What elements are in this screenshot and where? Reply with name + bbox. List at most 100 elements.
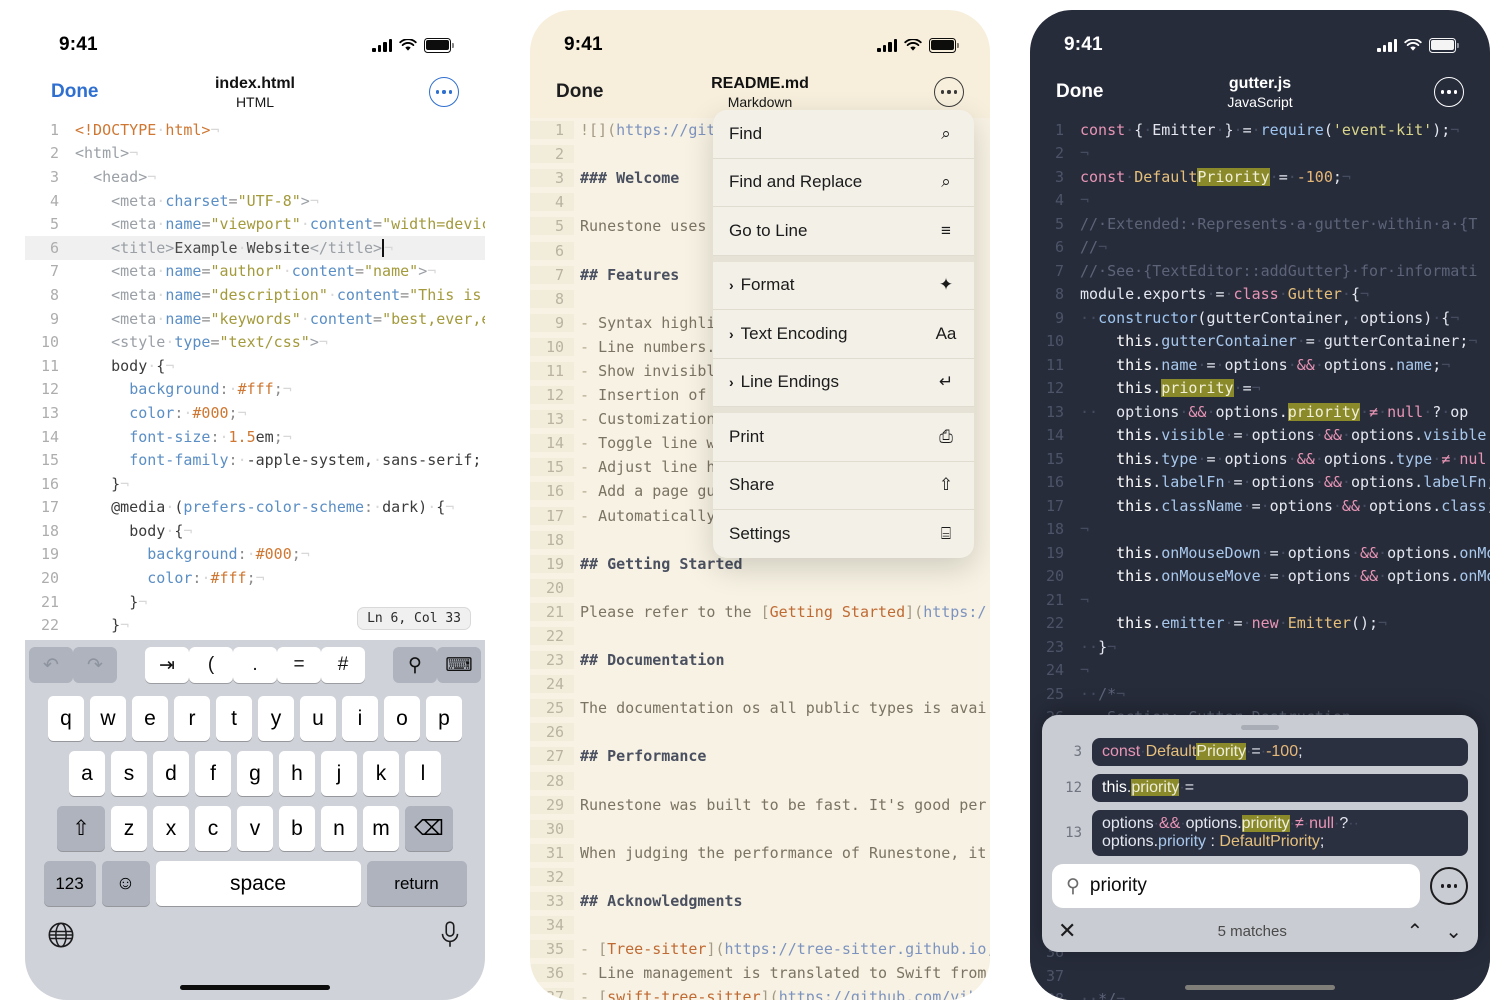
key-q[interactable]: q — [48, 696, 84, 741]
search-icon[interactable]: ⚲ — [393, 647, 437, 683]
return-key[interactable]: return — [366, 861, 467, 906]
code-text: ## Acknowledgments — [580, 892, 743, 911]
key-m[interactable]: m — [363, 806, 399, 851]
key-i[interactable]: i — [342, 696, 378, 741]
menu-item-label: Share — [729, 475, 775, 495]
line-number: 22 — [1045, 614, 1064, 633]
microphone-icon[interactable] — [437, 920, 463, 950]
menu-item-go-to-line[interactable]: Go to Line ≡ — [713, 207, 974, 256]
close-x-icon[interactable]: ✕ — [1058, 918, 1098, 944]
undo-icon[interactable]: ↶ — [29, 647, 73, 683]
key-k[interactable]: k — [363, 751, 399, 796]
key-w[interactable]: w — [90, 696, 126, 741]
drag-handle[interactable] — [1241, 725, 1279, 730]
key-g[interactable]: g — [237, 751, 273, 796]
code-text: body·{¬ — [129, 521, 193, 540]
context-menu[interactable]: Find ⌕ Find and Replace ⌕ Go to Line ≡ › Format… — [713, 110, 974, 558]
menu-item-format[interactable]: › Format ✦ — [713, 262, 974, 310]
menu-item-find[interactable]: Find ⌕ — [713, 110, 974, 159]
code-line: 9 <meta·name="keywords"·content="best,ev… — [25, 307, 485, 331]
menu-item-find-and-replace[interactable]: Find and Replace ⌕ — [713, 159, 974, 207]
key-y[interactable]: y — [258, 696, 294, 741]
search-input[interactable]: ⚲ priority — [1052, 864, 1420, 908]
line-number: 15 — [530, 458, 574, 477]
more-ellipsis-icon[interactable] — [934, 77, 964, 107]
key-x[interactable]: x — [153, 806, 189, 851]
search-result-row[interactable]: 3 const·DefaultPriority·=·-100; — [1052, 738, 1468, 766]
key-z[interactable]: z — [111, 806, 147, 851]
done-button[interactable]: Done — [51, 81, 99, 103]
key-n[interactable]: n — [321, 806, 357, 851]
key-e[interactable]: e — [132, 696, 168, 741]
menu-item-print[interactable]: Print ⎙ — [713, 413, 974, 462]
key-l[interactable]: l — [405, 751, 441, 796]
line-number: 14 — [530, 434, 574, 453]
search-options-icon[interactable] — [1430, 867, 1468, 905]
return-arrow-icon: ↵ — [938, 372, 954, 392]
period-key[interactable]: . — [233, 647, 277, 683]
redo-icon[interactable]: ↷ — [73, 647, 117, 683]
key-u[interactable]: u — [300, 696, 336, 741]
code-text: this.className·=·options·&&·options.clas… — [1116, 496, 1490, 515]
emoji-icon[interactable]: ☺ — [101, 861, 150, 906]
keyboard-row-4[interactable]: 123 ☺ space return — [25, 861, 485, 906]
equals-key[interactable]: = — [277, 647, 321, 683]
software-keyboard[interactable]: ↶ ↷ ⇥ ( . = # ⚲ ⌨ qwertyuiop asdfghjkl ⇧… — [25, 640, 485, 1000]
menu-item-label: Settings — [729, 523, 791, 543]
more-ellipsis-icon[interactable] — [1434, 77, 1464, 107]
space-key[interactable]: space — [155, 861, 361, 906]
code-editor[interactable]: Ln 6, Col 33 1 <!DOCTYPE·html>¬ 2 <html>¬ 3 … — [25, 118, 485, 638]
key-j[interactable]: j — [321, 751, 357, 796]
search-footer[interactable]: ✕ 5 matches ⌃ ⌄ — [1052, 918, 1468, 944]
keyboard-bottom-row[interactable] — [25, 906, 485, 950]
numeric-key[interactable]: 123 — [43, 861, 96, 906]
line-number: 18 — [530, 530, 574, 549]
menu-item-line-endings[interactable]: › Line Endings ↵ — [713, 359, 974, 407]
keyboard-row-3[interactable]: ⇧ zxcvbnm ⌫ — [25, 806, 485, 851]
line-number: 28 — [530, 771, 574, 790]
key-p[interactable]: p — [426, 696, 462, 741]
key-f[interactable]: f — [195, 751, 231, 796]
key-a[interactable]: a — [69, 751, 105, 796]
chevron-up-icon[interactable]: ⌃ — [1406, 919, 1423, 944]
paren-key[interactable]: ( — [189, 647, 233, 683]
key-s[interactable]: s — [111, 751, 147, 796]
key-d[interactable]: d — [153, 751, 189, 796]
shift-icon[interactable]: ⇧ — [57, 806, 105, 851]
backspace-icon[interactable]: ⌫ — [405, 806, 453, 851]
code-text: - Show invisible — [580, 361, 725, 380]
menu-item-share[interactable]: Share ⇧ — [713, 462, 974, 510]
keyboard-row-1[interactable]: qwertyuiop — [25, 696, 485, 741]
key-c[interactable]: c — [195, 806, 231, 851]
code-line: 24 ¬ — [1030, 659, 1490, 683]
key-h[interactable]: h — [279, 751, 315, 796]
hash-key[interactable]: # — [321, 647, 365, 683]
home-indicator — [180, 985, 330, 990]
key-o[interactable]: o — [384, 696, 420, 741]
key-v[interactable]: v — [237, 806, 273, 851]
code-text: font-family:·-apple-system,·sans-serif; — [129, 451, 482, 470]
code-line: 5 //·Extended:·Represents·a·gutter·within… — [1030, 212, 1490, 236]
key-t[interactable]: t — [216, 696, 252, 741]
line-number: 11 — [40, 356, 59, 375]
globe-icon[interactable] — [47, 921, 75, 949]
done-button[interactable]: Done — [556, 81, 604, 103]
search-results-list[interactable]: 3 const·DefaultPriority·=·-100; 12 this.pri… — [1052, 738, 1468, 856]
menu-item-settings[interactable]: Settings ⌸ — [713, 510, 974, 558]
chevron-down-icon[interactable]: ⌄ — [1445, 919, 1462, 944]
match-navigation[interactable]: ⌃ ⌄ — [1406, 919, 1462, 944]
more-ellipsis-icon[interactable] — [429, 77, 459, 107]
key-b[interactable]: b — [279, 806, 315, 851]
code-line: 6 <title>Example·Website</title> ¬ — [25, 235, 485, 260]
keyboard-accessory-row[interactable]: ↶ ↷ ⇥ ( . = # ⚲ ⌨ — [25, 644, 485, 686]
tab-icon[interactable]: ⇥ — [145, 647, 189, 683]
find-panel[interactable]: 3 const·DefaultPriority·=·-100; 12 this.pri… — [1042, 715, 1478, 952]
hide-keyboard-icon[interactable]: ⌨ — [437, 647, 481, 683]
search-result-row[interactable]: 12 this.priority·= — [1052, 774, 1468, 802]
menu-item-text-encoding[interactable]: › Text Encoding Aa — [713, 310, 974, 359]
keyboard-row-2[interactable]: asdfghjkl — [25, 751, 485, 796]
done-button[interactable]: Done — [1056, 81, 1104, 103]
search-result-row[interactable]: 13 options·&&·options.priority·≠·null·?··… — [1052, 810, 1468, 856]
search-field-row[interactable]: ⚲ priority — [1052, 864, 1468, 908]
key-r[interactable]: r — [174, 696, 210, 741]
